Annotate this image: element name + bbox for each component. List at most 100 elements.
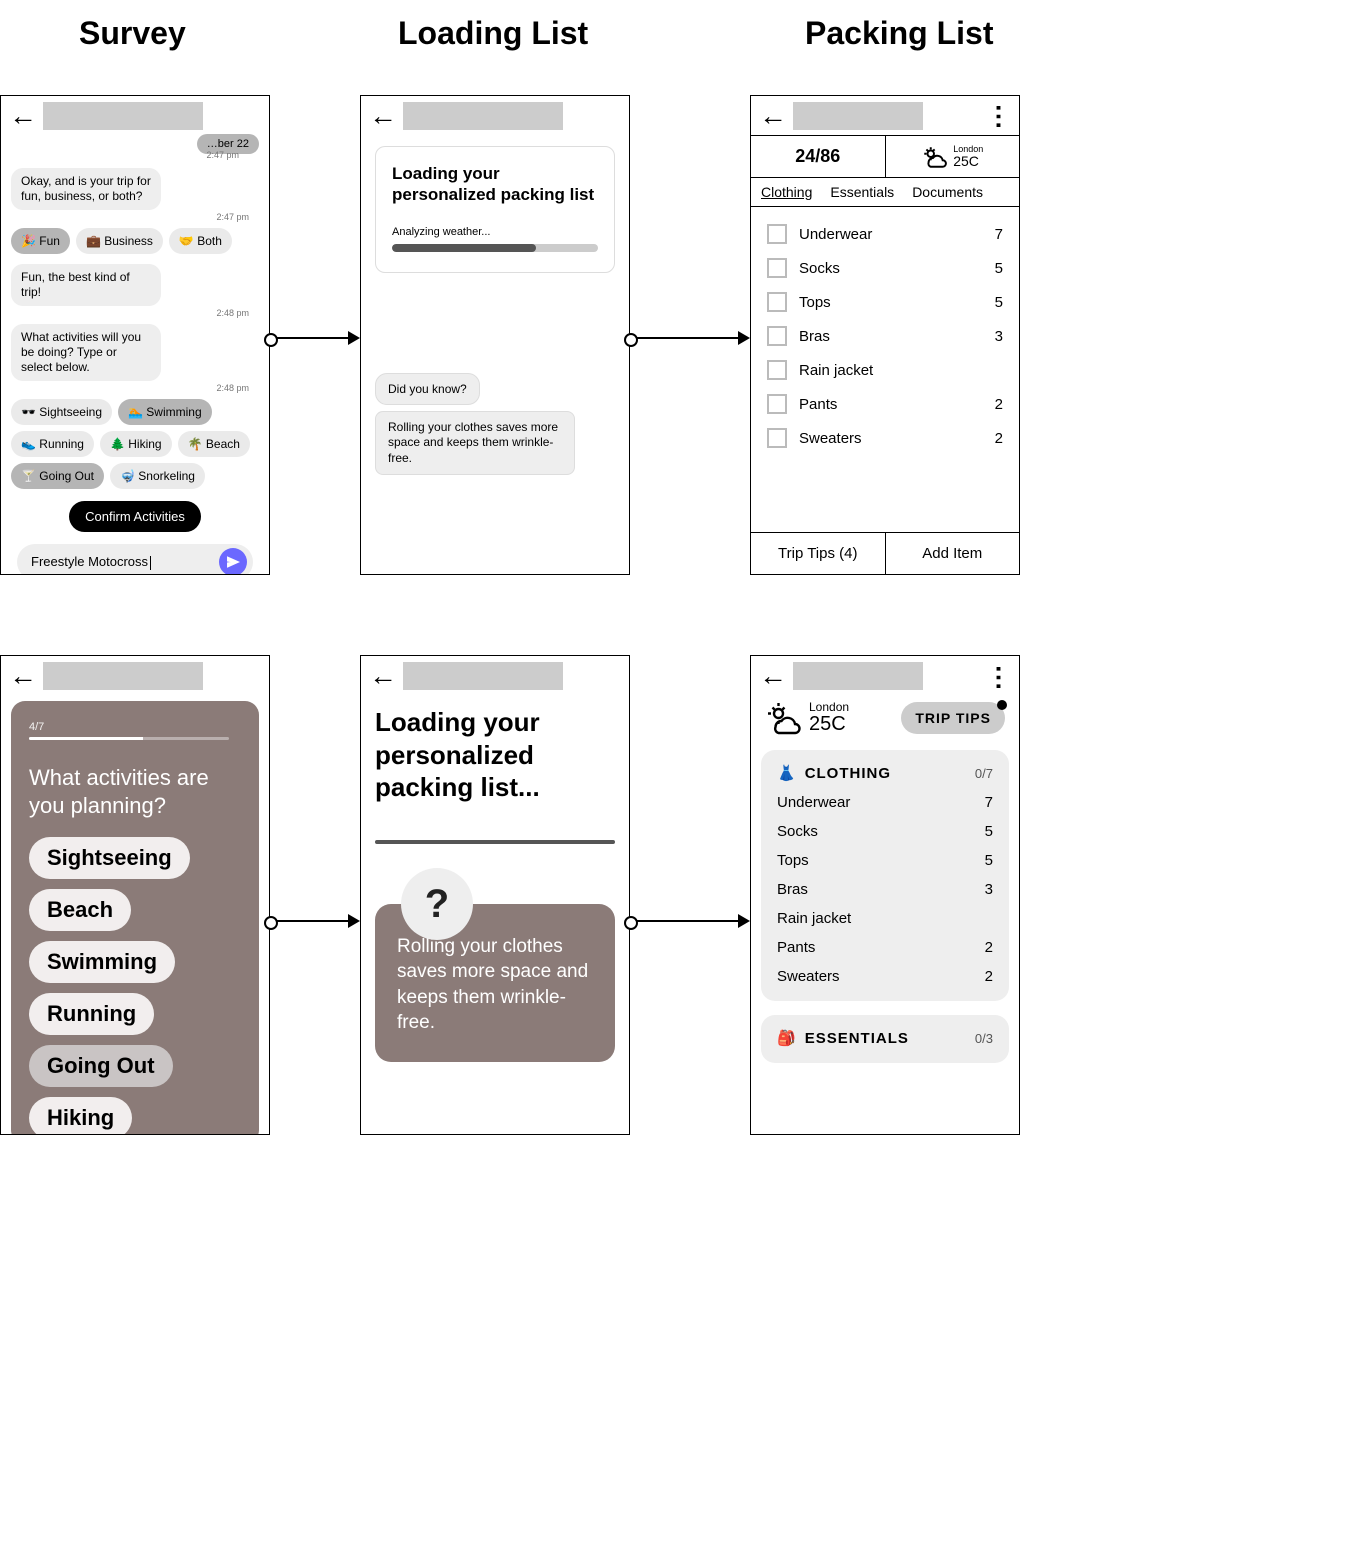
trip-type-chip[interactable]: 🤝 Both — [169, 228, 232, 254]
title-placeholder — [403, 662, 563, 690]
checkbox[interactable] — [767, 326, 787, 346]
item-name: Rain jacket — [777, 910, 851, 927]
packing-item-row[interactable]: Underwear7 — [777, 794, 993, 811]
checkbox[interactable] — [767, 224, 787, 244]
tip-card: ? Rolling your clothes saves more space … — [375, 904, 615, 1063]
packing-item-row[interactable]: Tops5 — [777, 852, 993, 869]
packing-item-row[interactable]: Socks5 — [777, 823, 993, 840]
more-icon[interactable]: ⋯ — [984, 104, 1015, 128]
item-qty: 2 — [995, 430, 1003, 447]
back-icon[interactable]: ← — [759, 660, 787, 692]
category-icon: 🎒 — [777, 1029, 797, 1047]
item-qty: 5 — [985, 852, 993, 869]
item-qty: 3 — [995, 328, 1003, 345]
back-icon[interactable]: ← — [9, 660, 37, 692]
progress-count: 24/86 — [751, 136, 886, 177]
packing-item-row[interactable]: Bras 3 — [777, 881, 993, 898]
weather-temp: 25C — [809, 714, 849, 735]
activity-option[interactable]: Running — [29, 993, 154, 1035]
activity-option[interactable]: Going Out — [29, 1045, 173, 1087]
add-item-button[interactable]: Add Item — [886, 533, 1020, 574]
column-title-survey: Survey — [79, 15, 186, 52]
item-name: Tops — [799, 294, 983, 311]
category-tab[interactable]: Documents — [912, 184, 983, 200]
item-qty: 5 — [985, 823, 993, 840]
category-tab[interactable]: Essentials — [830, 184, 894, 200]
category-title: ESSENTIALS — [805, 1030, 909, 1047]
flow-arrow-icon — [630, 920, 748, 922]
loading-card: Loading your personalized packing list A… — [375, 146, 615, 273]
bot-message: What activities will you be doing? Type … — [11, 324, 161, 381]
activity-chip[interactable]: 🕶️ Sightseeing — [11, 399, 112, 425]
screen-loading-bold: ← Loading your personalized packing list… — [360, 655, 630, 1135]
step-label: 4/7 — [29, 721, 241, 733]
activity-chip[interactable]: 🤿 Snorkeling — [110, 463, 205, 489]
timestamp: 2:47 pm — [206, 150, 239, 160]
checkbox[interactable] — [767, 292, 787, 312]
item-name: Rain jacket — [799, 362, 991, 379]
item-qty: 3 — [985, 881, 993, 898]
more-icon[interactable]: ⋯ — [984, 664, 1015, 688]
checkbox[interactable] — [767, 428, 787, 448]
progress-bar — [392, 244, 598, 252]
item-name: Pants — [799, 396, 983, 413]
title-placeholder — [793, 102, 923, 130]
back-icon[interactable]: ← — [369, 100, 397, 132]
packing-item-row: Tops5 — [767, 285, 1003, 319]
item-qty: 2 — [995, 396, 1003, 413]
category-icon: 👗 — [777, 764, 797, 782]
packing-item-row[interactable]: Pants2 — [777, 939, 993, 956]
activity-option[interactable]: Beach — [29, 889, 131, 931]
column-title-packing: Packing List — [805, 15, 994, 52]
item-name: Underwear — [777, 794, 850, 811]
activity-option[interactable]: Sightseeing — [29, 837, 190, 879]
confirm-activities-button[interactable]: Confirm Activities — [69, 501, 201, 532]
back-icon[interactable]: ← — [369, 660, 397, 692]
activity-chip[interactable]: 🌲 Hiking — [100, 431, 172, 457]
activity-chip[interactable]: 🏊 Swimming — [118, 399, 212, 425]
activity-option[interactable]: Hiking — [29, 1097, 132, 1135]
packing-item-row: Socks5 — [767, 251, 1003, 285]
loading-title: Loading your personalized packing list..… — [375, 706, 615, 804]
timestamp: 2:47 pm — [11, 212, 249, 222]
checkbox[interactable] — [767, 360, 787, 380]
flow-arrow-icon — [630, 337, 748, 339]
screen-loading-card: ← Loading your personalized packing list… — [360, 95, 630, 575]
loading-title: Loading your personalized packing list — [392, 163, 598, 206]
packing-item-row: Pants 2 — [767, 387, 1003, 421]
trip-tips-chip[interactable]: TRIP TIPS — [901, 702, 1005, 734]
title-placeholder — [403, 102, 563, 130]
title-placeholder — [793, 662, 923, 690]
item-name: Bras — [777, 881, 808, 898]
bot-message: Okay, and is your trip for fun, business… — [11, 168, 161, 210]
trip-type-chip[interactable]: 🎉 Fun — [11, 228, 70, 254]
activity-input[interactable]: Freestyle Motocross — [17, 544, 253, 575]
title-placeholder — [43, 662, 203, 690]
send-icon[interactable] — [219, 548, 247, 575]
tip-header: Did you know? — [375, 373, 480, 405]
screen-survey-chat: ← …ber 22 2:47 pm Okay, and is your trip… — [0, 95, 270, 575]
item-name: Pants — [777, 939, 815, 956]
packing-item-row[interactable]: Sweaters2 — [777, 968, 993, 985]
flow-arrow-icon — [270, 337, 358, 339]
step-progress — [29, 737, 229, 740]
column-title-loading: Loading List — [398, 15, 588, 52]
question-mark-icon: ? — [401, 868, 473, 940]
weather-temp: 25C — [953, 154, 983, 168]
category-tab[interactable]: Clothing — [761, 184, 812, 200]
activity-option[interactable]: Swimming — [29, 941, 175, 983]
activity-chip[interactable]: 👟 Running — [11, 431, 94, 457]
packing-item-row[interactable]: Rain jacket — [777, 910, 993, 927]
trip-type-chip[interactable]: 💼 Business — [76, 228, 163, 254]
checkbox[interactable] — [767, 258, 787, 278]
activity-chip[interactable]: 🍸 Going Out — [11, 463, 104, 489]
checkbox[interactable] — [767, 394, 787, 414]
trip-tips-button[interactable]: Trip Tips (4) — [751, 533, 886, 574]
packing-item-row: Rain jacket — [767, 353, 1003, 387]
screen-survey-card: ← 4/7 What activities are you planning? … — [0, 655, 270, 1135]
back-icon[interactable]: ← — [9, 100, 37, 132]
activity-chip[interactable]: 🌴 Beach — [178, 431, 250, 457]
survey-question: What activities are you planning? — [29, 764, 241, 819]
back-icon[interactable]: ← — [759, 100, 787, 132]
screen-packing-cards: ← ⋯ London 25C TRIP TIPS 👗CLOTHING0/7Und… — [750, 655, 1020, 1135]
